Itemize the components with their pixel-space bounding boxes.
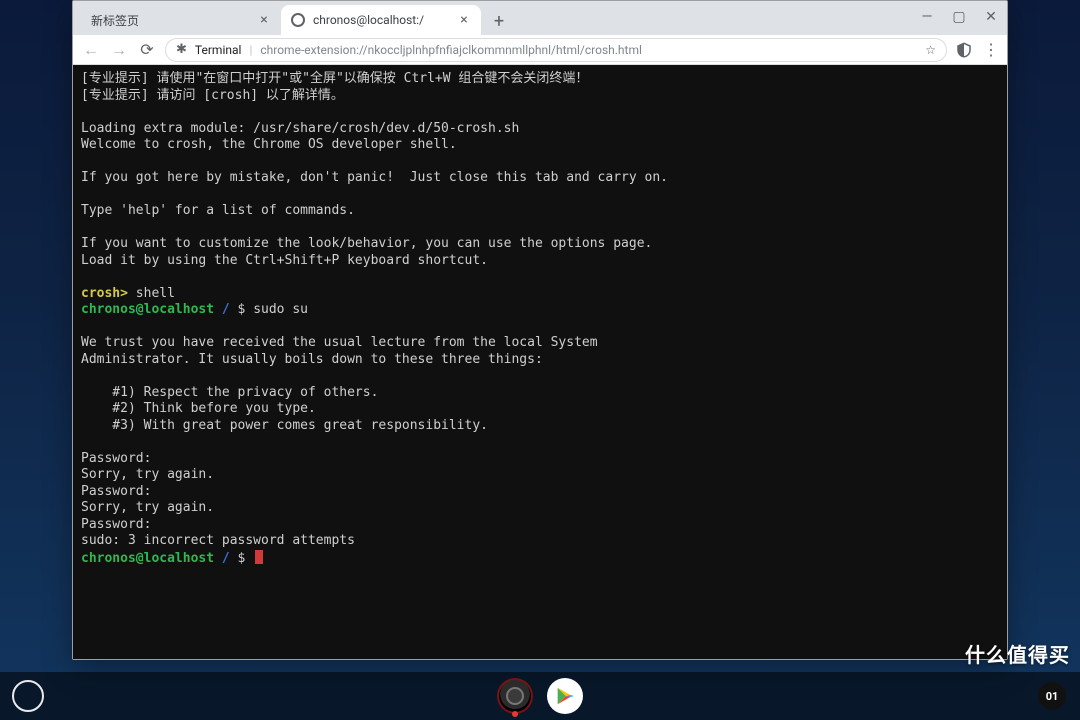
forward-button[interactable]: →	[109, 40, 129, 60]
tab-title: chronos@localhost:/	[313, 13, 457, 27]
minimize-button[interactable]: —	[917, 7, 937, 27]
cursor-icon	[255, 550, 263, 564]
terminal-line: Password:	[81, 484, 159, 499]
tray-badge[interactable]: 01	[1038, 682, 1066, 710]
terminal-line: [专业提示] 请使用"在窗口中打开"或"全屏"以确保按 Ctrl+W 组合键不会…	[81, 71, 588, 86]
terminal-line: Password:	[81, 451, 159, 466]
tab-crosh[interactable]: chronos@localhost:/ ×	[281, 5, 481, 35]
terminal-line: Administrator. It usually boils down to …	[81, 352, 543, 367]
terminal-line: Sorry, try again.	[81, 467, 214, 482]
terminal-line: shell	[128, 286, 175, 301]
terminal-line: Sorry, try again.	[81, 500, 214, 515]
camera-app-icon[interactable]	[497, 678, 533, 714]
terminal-line: If you want to customize the look/behavi…	[81, 236, 652, 251]
recording-dot-icon	[512, 711, 518, 717]
back-button[interactable]: ←	[81, 40, 101, 60]
divider: |	[249, 43, 252, 57]
terminal-line: #2) Think before you type.	[81, 401, 316, 416]
tab-new-tab[interactable]: 新标签页 ×	[81, 5, 281, 35]
launcher-button[interactable]	[12, 680, 44, 712]
terminal-line: [专业提示] 请访问 [crosh] 以了解详情。	[81, 88, 344, 103]
ps1-user: chronos@localhost	[81, 551, 214, 566]
ps1-path: /	[214, 302, 237, 317]
bookmark-star-icon[interactable]: ☆	[925, 43, 936, 57]
window-controls: — ▢ ✕	[917, 7, 1001, 27]
terminal-line: sudo su	[253, 302, 308, 317]
status-tray[interactable]: 01	[1038, 682, 1066, 710]
terminal-line: #3) With great power comes great respons…	[81, 418, 488, 433]
terminal-line: Password:	[81, 517, 159, 532]
crosh-prompt: crosh>	[81, 286, 128, 301]
globe-icon	[291, 13, 305, 27]
terminal-line: #1) Respect the privacy of others.	[81, 385, 378, 400]
chromeos-shelf: 01	[0, 672, 1080, 720]
shelf-apps	[497, 678, 583, 714]
shield-icon[interactable]	[955, 41, 973, 59]
terminal-line: If you got here by mistake, don't panic!…	[81, 170, 668, 185]
reload-button[interactable]: ⟳	[137, 40, 157, 60]
tab-strip: 新标签页 × chronos@localhost:/ × + — ▢ ✕	[73, 1, 1007, 35]
ps1-dollar: $	[238, 302, 254, 317]
browser-window: 新标签页 × chronos@localhost:/ × + — ▢ ✕ ← →…	[72, 0, 1008, 660]
terminal-line: Load it by using the Ctrl+Shift+P keyboa…	[81, 253, 488, 268]
address-bar[interactable]: ✱ Terminal | chrome-extension://nkoccljp…	[165, 38, 947, 62]
terminal-line: We trust you have received the usual lec…	[81, 335, 598, 350]
tray-text: 01	[1046, 690, 1059, 703]
terminal-output[interactable]: [专业提示] 请使用"在窗口中打开"或"全屏"以确保按 Ctrl+W 组合键不会…	[73, 65, 1007, 659]
close-icon[interactable]: ×	[257, 13, 271, 27]
maximize-button[interactable]: ▢	[949, 7, 969, 27]
browser-toolbar: ← → ⟳ ✱ Terminal | chrome-extension://nk…	[73, 35, 1007, 65]
ps1-path: /	[214, 551, 237, 566]
extension-icon: ✱	[176, 42, 187, 57]
terminal-line: sudo: 3 incorrect password attempts	[81, 533, 355, 548]
ps1-dollar: $	[238, 551, 254, 566]
close-icon[interactable]: ×	[457, 13, 471, 27]
new-tab-button[interactable]: +	[485, 7, 513, 35]
url-text: chrome-extension://nkoccljplnhpfnfiajclk…	[260, 43, 917, 57]
kebab-menu-icon[interactable]: ⋮	[983, 40, 999, 59]
terminal-line: Type 'help' for a list of commands.	[81, 203, 355, 218]
close-window-button[interactable]: ✕	[981, 7, 1001, 27]
app-chip-label: Terminal	[195, 43, 242, 57]
tab-title: 新标签页	[91, 12, 257, 29]
play-store-icon[interactable]	[547, 678, 583, 714]
watermark-text: 什么值得买	[965, 639, 1070, 668]
terminal-line: Loading extra module: /usr/share/crosh/d…	[81, 121, 519, 136]
ps1-user: chronos@localhost	[81, 302, 214, 317]
terminal-line: Welcome to crosh, the Chrome OS develope…	[81, 137, 457, 152]
